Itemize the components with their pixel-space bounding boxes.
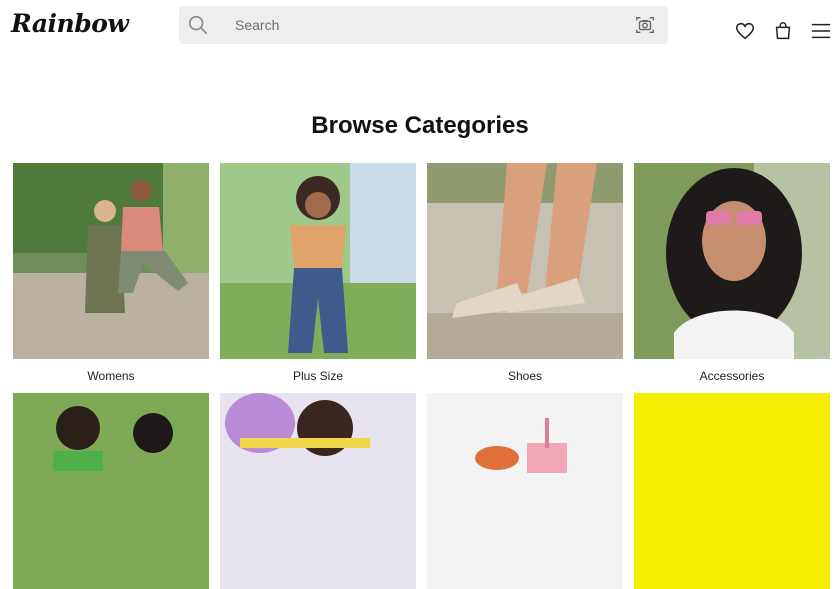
search-icon[interactable] xyxy=(187,14,209,36)
category-tile-row2-4[interactable] xyxy=(634,393,830,589)
category-image[interactable] xyxy=(220,393,416,589)
category-label[interactable]: Womens xyxy=(13,369,209,383)
category-tile-row2-1[interactable] xyxy=(13,393,209,589)
rainbow-logo[interactable]: Rainbow xyxy=(11,9,129,38)
menu-icon[interactable] xyxy=(809,20,833,42)
category-image-accessories[interactable] xyxy=(634,163,830,359)
category-image[interactable] xyxy=(634,393,830,589)
category-tile-accessories[interactable]: Accessories xyxy=(634,163,830,383)
category-label[interactable]: Plus Size xyxy=(220,369,416,383)
category-image[interactable] xyxy=(427,393,623,589)
category-image-shoes[interactable] xyxy=(427,163,623,359)
search-input[interactable] xyxy=(235,6,595,44)
category-tile-row2-3[interactable] xyxy=(427,393,623,589)
category-image-plus-size[interactable] xyxy=(220,163,416,359)
category-tile-shoes[interactable]: Shoes xyxy=(427,163,623,383)
category-tile-womens[interactable]: Womens xyxy=(13,163,209,383)
header: Rainbow xyxy=(0,0,840,56)
search-bar[interactable] xyxy=(179,6,668,44)
category-tile-plus-size[interactable]: Plus Size xyxy=(220,163,416,383)
category-label[interactable]: Accessories xyxy=(634,369,830,383)
category-tile-row2-2[interactable] xyxy=(220,393,416,589)
shopping-bag-icon[interactable] xyxy=(772,20,794,42)
camera-search-icon[interactable] xyxy=(634,14,656,36)
category-image-womens[interactable] xyxy=(13,163,209,359)
page-title: Browse Categories xyxy=(311,112,529,139)
category-label[interactable]: Shoes xyxy=(427,369,623,383)
category-image[interactable] xyxy=(13,393,209,589)
heart-icon[interactable] xyxy=(734,20,756,42)
